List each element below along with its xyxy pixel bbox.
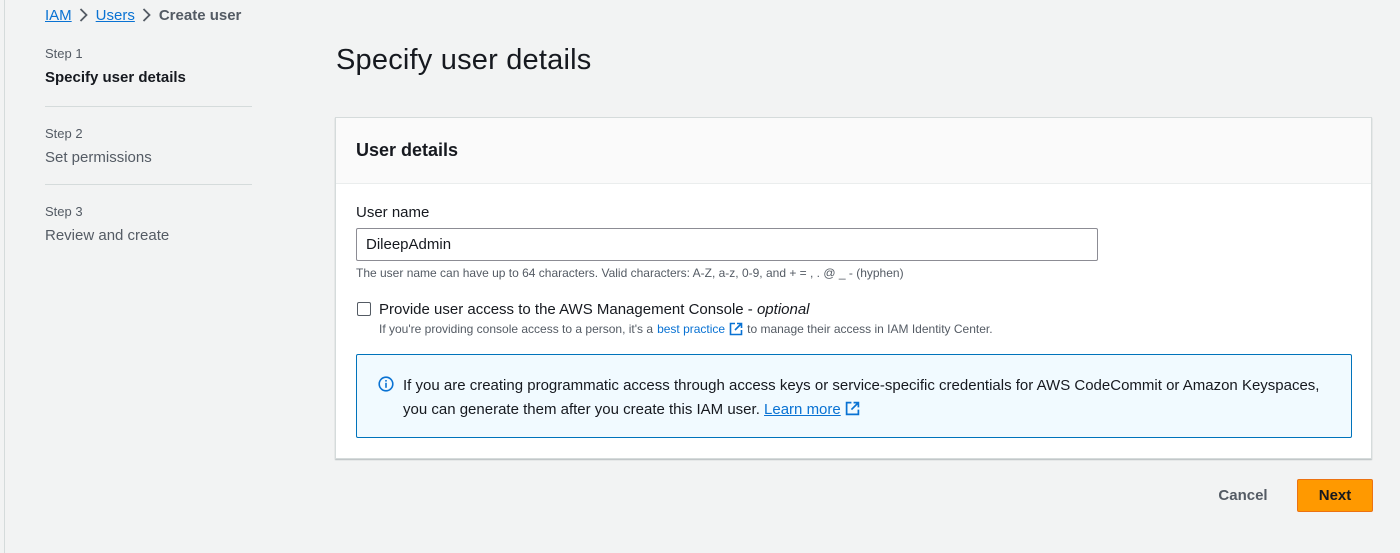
info-alert-text: If you are creating programmatic access … bbox=[403, 374, 1333, 422]
wizard-steps-nav: Step 1 Specify user details Step 2 Set p… bbox=[45, 45, 252, 247]
step-1[interactable]: Step 1 Specify user details bbox=[45, 45, 252, 106]
info-alert: If you are creating programmatic access … bbox=[356, 354, 1352, 438]
console-access-label-text: Provide user access to the AWS Managemen… bbox=[379, 301, 757, 318]
step-3[interactable]: Step 3 Review and create bbox=[45, 185, 252, 247]
breadcrumb-users-link[interactable]: Users bbox=[96, 7, 135, 24]
page-left-border bbox=[4, 0, 5, 553]
step-number: Step 3 bbox=[45, 204, 83, 219]
external-link-icon[interactable] bbox=[845, 401, 860, 416]
breadcrumb-current: Create user bbox=[158, 6, 242, 24]
chevron-right-icon bbox=[72, 8, 96, 22]
user-details-container: User details User name The user name can… bbox=[335, 117, 1372, 459]
info-alert-message: If you are creating programmatic access … bbox=[403, 377, 1320, 418]
user-name-input[interactable] bbox=[356, 228, 1098, 261]
cancel-button[interactable]: Cancel bbox=[1203, 479, 1283, 512]
optional-text: optional bbox=[756, 301, 810, 318]
learn-more-link[interactable]: Learn more bbox=[764, 401, 841, 418]
best-practice-link[interactable]: best practice bbox=[657, 322, 725, 336]
console-access-description: If you're providing console access to a … bbox=[379, 322, 993, 336]
description-text: to manage their access in IAM Identity C… bbox=[747, 322, 993, 336]
breadcrumb: IAM Users Create user bbox=[45, 5, 241, 25]
container-title: User details bbox=[356, 140, 459, 160]
step-number: Step 1 bbox=[45, 46, 83, 61]
step-title: Set permissions bbox=[45, 149, 152, 166]
step-2[interactable]: Step 2 Set permissions bbox=[45, 107, 252, 184]
container-header: User details bbox=[336, 118, 1371, 184]
user-name-label: User name bbox=[356, 204, 430, 221]
next-button[interactable]: Next bbox=[1297, 479, 1373, 512]
step-title: Specify user details bbox=[45, 69, 186, 86]
step-title: Review and create bbox=[45, 227, 170, 244]
description-text: If you're providing console access to a … bbox=[379, 322, 654, 336]
step-number: Step 2 bbox=[45, 126, 83, 141]
info-icon bbox=[378, 376, 394, 392]
console-access-checkbox[interactable] bbox=[357, 302, 371, 316]
breadcrumb-iam-link[interactable]: IAM bbox=[45, 7, 72, 24]
external-link-icon[interactable] bbox=[729, 322, 743, 336]
page-title: Specify user details bbox=[336, 44, 592, 76]
chevron-right-icon bbox=[135, 8, 159, 22]
console-access-label[interactable]: Provide user access to the AWS Managemen… bbox=[379, 301, 810, 318]
user-name-constraint: The user name can have up to 64 characte… bbox=[356, 266, 904, 280]
